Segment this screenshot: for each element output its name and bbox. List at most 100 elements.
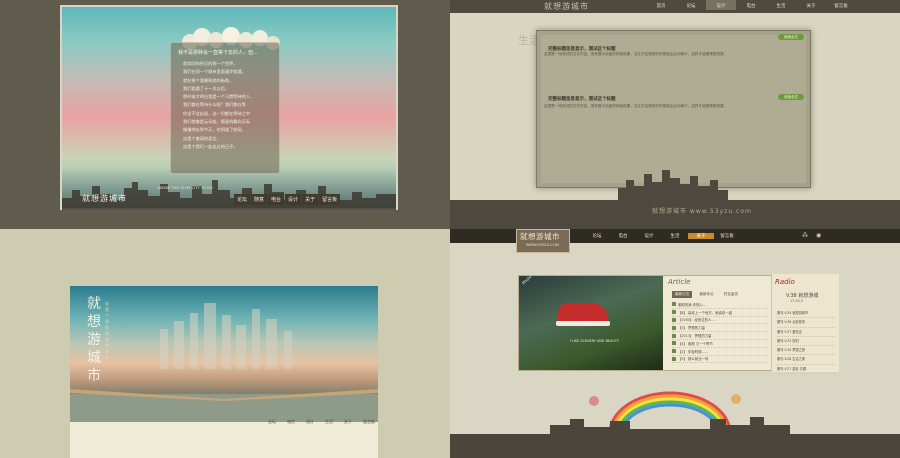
nav-item[interactable]: 设计 [706, 0, 736, 10]
rainbow-skyline [550, 391, 790, 437]
post-excerpt-1: 这里是一段测试的文字内容，用来展示页面的排版效果，当文字足够多的时候就会自动换行… [544, 52, 728, 56]
nav-item[interactable]: 电台 [268, 194, 285, 205]
city-skyline [160, 303, 292, 369]
nav-item[interactable]: 生活 [662, 233, 688, 239]
article-tab[interactable]: 最新日志 [672, 291, 693, 298]
nav-item[interactable]: 设计 [636, 233, 662, 239]
post-excerpt-2: 这里是一段测试的文字内容，用来展示页面的排版效果，当文字足够多的时候就会自动换行… [544, 104, 728, 108]
nav-item[interactable]: 留言板 [319, 194, 341, 205]
list-item[interactable]: 素颜的我 你的心... [672, 301, 768, 309]
article-list: 素颜的我 你的心... 【8】 喜欢上一个地方，就喜欢一起 【1000】 经历过的人… [672, 301, 768, 364]
article-title: 【8】 喜欢上一个地方，就喜欢一起 [678, 310, 733, 315]
footer-ground [450, 434, 900, 458]
article-title: 【1000】 经历过的人... [678, 318, 715, 323]
preview-panel-1: 我不是那种会一直等下去的人，但... 就如同你所见的那一个世界， 我们在同一个城市… [0, 0, 450, 229]
rss-icon[interactable]: ⁂ [802, 232, 808, 239]
radio-item[interactable]: 期刊 V.28 生活之美 [777, 355, 835, 365]
article-title: 素颜的我 你的心... [678, 302, 707, 307]
radio-date: 17.03.5 [790, 299, 803, 303]
nav-item[interactable]: 关于 [688, 233, 714, 239]
list-item[interactable]: 【5】 梦想的力量 [672, 324, 768, 333]
nav-item[interactable]: 关于 [796, 3, 826, 10]
nav-item[interactable]: 关于 [344, 419, 352, 425]
nav-item[interactable]: 电台 [287, 419, 295, 425]
nav-item[interactable]: 电台 [736, 3, 766, 10]
photo-caption: I LIKE SCENERY AND BEAUTY [570, 339, 619, 343]
main-nav: 论坛 电台 设计 生活 关于 留言板 [268, 419, 375, 425]
radio-item[interactable]: 期刊 V.35 就想游城市 [777, 309, 835, 319]
radio-item[interactable]: 期刊 V.30 梦想之旅 [777, 346, 835, 356]
photo-shoe-sole [556, 321, 610, 326]
preview-panel-2: 就想游城市 首页 论坛 设计 电台 生活 关于 留言板 生活 完整标题信息显示，测试这个标题… [450, 0, 900, 229]
site-logo: 就想游城市 [520, 232, 560, 241]
post-title-2[interactable]: 完整标题信息显示，测试这个标题 [548, 96, 616, 102]
nav-item[interactable]: 论坛 [268, 419, 276, 425]
nav-item[interactable]: 电台 [610, 233, 636, 239]
radio-current[interactable]: V.38 就想游城 [786, 292, 818, 299]
watermark: 就想游城市 www.53yzu.com [652, 208, 752, 215]
article-tabs: 最新日志 最新评论 好友留言 [672, 291, 741, 298]
preview-panel-3: 就想游城市 这是个寻找梦想的城市 论坛 电台 设计 生活 关于 留言板 [0, 229, 450, 458]
nav-item[interactable]: 留言板 [826, 3, 856, 10]
article-icon [672, 349, 676, 354]
banner-fold [70, 389, 378, 401]
radio-item[interactable]: 期刊 V.37 爱在这 [777, 328, 835, 337]
article-tab[interactable]: 最新评论 [696, 291, 716, 298]
article-icon [672, 302, 676, 307]
nav-item[interactable]: 生活 [766, 3, 796, 10]
panel-line: 你会不会出现，这一切都在等待之中 [183, 110, 251, 116]
radio-item[interactable]: 期刊 V.36 北京故事 [777, 318, 835, 328]
list-item[interactable]: 【2013】 梦想的力量 [672, 332, 768, 340]
bottom-nav: 论坛 随意 电台 设计 关于 留言板 [234, 194, 341, 205]
content-area [70, 422, 378, 458]
nav-item[interactable]: 论坛 [584, 233, 610, 239]
article-icon [672, 325, 676, 330]
panel-line: 就如同你所见的那一个世界， [183, 61, 238, 66]
vertical-site-title: 就想游城市 [87, 296, 101, 384]
read-more-button-2[interactable]: 阅读全文 [778, 94, 804, 100]
article-tab[interactable]: 好友留言 [721, 291, 741, 298]
panel-line: 我们相遇了十一次以后， [183, 85, 230, 91]
radio-item[interactable]: 期刊 V.32 告别 [777, 337, 835, 347]
panel-line: 慢慢地走到今天，也知道了结局， [183, 127, 246, 133]
nav-item[interactable]: 设计 [306, 419, 314, 425]
panel-lines: 就如同你所见的那一个世界， 我们在同一个城市里面漫步相遇， 就在那个我最熟悉的街角，… [183, 60, 275, 151]
list-item[interactable]: 【1000】 经历过的人... [672, 317, 768, 325]
panel-heading: 我不是那种会一直等下去的人，但... [178, 50, 258, 56]
radio-item[interactable]: 期刊 V.27 游走 青春 [777, 365, 835, 375]
site-url: WWW.53YZU.COM [526, 243, 559, 247]
panel-line: 我们在同一个城市里面漫步相遇， [183, 69, 246, 75]
nav-item[interactable]: 论坛 [234, 194, 251, 205]
nav-item[interactable]: 留言板 [714, 233, 740, 239]
panel-line: 这是个我们一起走过的日子。 [183, 143, 238, 149]
article-title: 【5】 梦想的力量 [678, 326, 705, 331]
list-item[interactable]: 【5】 那么就当一场 [672, 356, 768, 364]
article-title: 【5】 那么就当一场 [678, 357, 709, 362]
site-logo[interactable]: 就想游城市 [82, 193, 127, 204]
nav-item[interactable]: 首页 [646, 3, 676, 10]
list-item[interactable]: 【8】 喜欢上一个地方，就喜欢一起 [672, 309, 768, 317]
panel-line: 就在那个我最熟悉的街角， [183, 77, 234, 83]
read-more-button-1[interactable]: 阅读全文 [778, 34, 804, 40]
nav-item[interactable]: 留言板 [363, 419, 375, 425]
panel-line: 我们就像是云朵般，随意的飘向天际 [183, 119, 251, 125]
nav-item[interactable]: 随意 [251, 194, 268, 205]
city-skyline [618, 170, 728, 202]
radio-list: 期刊 V.35 就想游城市 期刊 V.36 北京故事 期刊 V.37 爱在这 期刊 V… [777, 309, 835, 375]
nav-item[interactable]: 生活 [325, 419, 333, 425]
weibo-icon[interactable]: ◉ [816, 232, 821, 239]
social-icons: ⁂ ◉ [802, 232, 821, 239]
nav-item[interactable]: 论坛 [676, 3, 706, 10]
list-item[interactable]: 【4】 素颜 又一个季节 [672, 340, 768, 348]
panel-line: 那时候才明白我是一个习惯等待的人， [183, 94, 255, 100]
article-icon [672, 356, 676, 361]
main-nav: 论坛 电台 设计 生活 关于 留言板 [584, 233, 740, 239]
article-title: 【4】 素颜 又一个季节 [678, 341, 713, 346]
article-title: 【2013】 梦想的力量 [678, 334, 712, 339]
main-nav: 首页 论坛 设计 电台 生活 关于 留言板 [646, 0, 856, 10]
nav-item[interactable]: 关于 [302, 194, 319, 205]
article-icon [672, 341, 676, 346]
nav-item[interactable]: 设计 [285, 194, 302, 205]
site-logo[interactable]: 就想游城市 [544, 1, 589, 12]
list-item[interactable]: 【2】 年轻时候...... [672, 348, 768, 356]
